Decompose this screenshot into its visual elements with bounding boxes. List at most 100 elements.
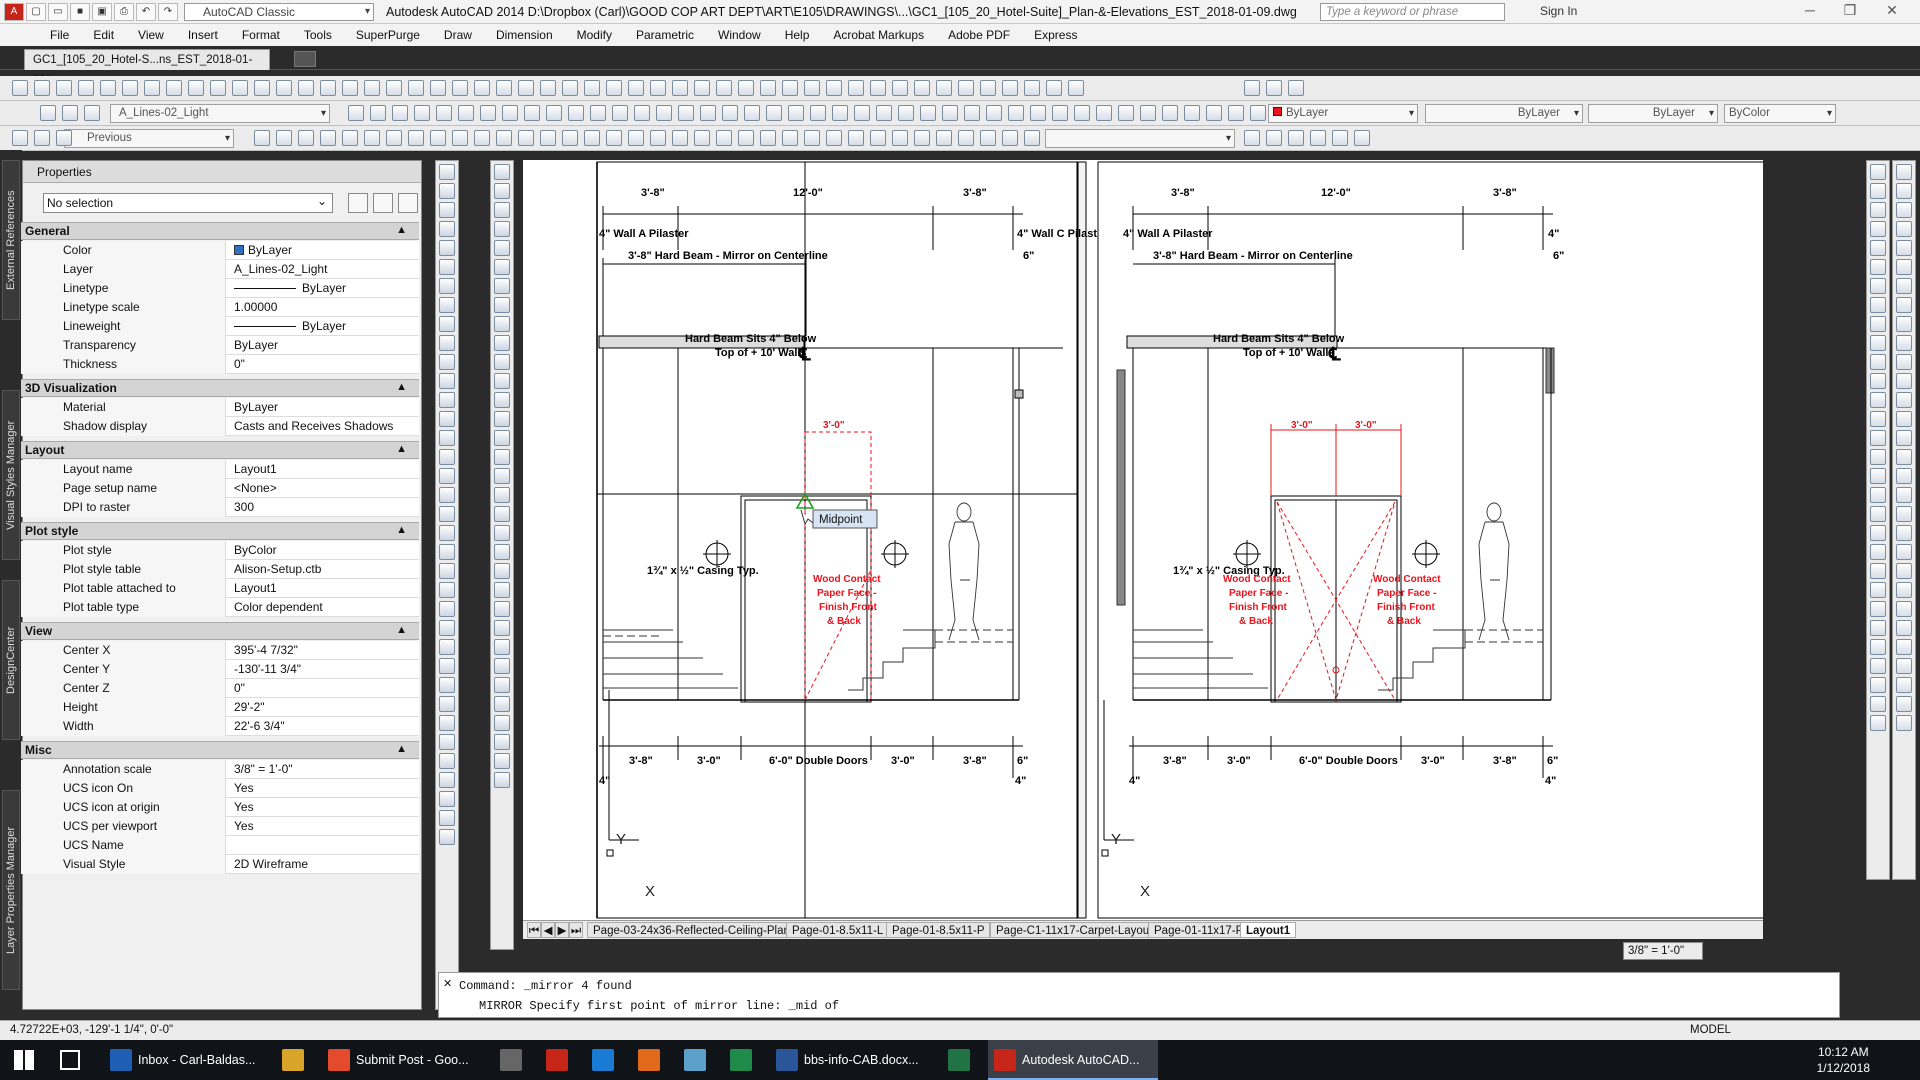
toolbar-tool-icon[interactable] [439, 449, 455, 465]
toolbar-tool-icon[interactable] [1896, 582, 1912, 598]
toolbar-tool-icon[interactable] [804, 80, 820, 96]
property-value[interactable]: ByLayer [230, 279, 419, 297]
toolbar-tool-icon[interactable] [1002, 80, 1018, 96]
toolbar-tool-icon[interactable] [439, 639, 455, 655]
toolbar-tool-icon[interactable] [766, 105, 782, 121]
toolbar-tool-icon[interactable] [870, 130, 886, 146]
toolbar-tool-icon[interactable] [1266, 80, 1282, 96]
category-misc[interactable]: Misc ▲ [21, 741, 419, 759]
toolbar-tool-icon[interactable] [12, 130, 28, 146]
toolbar-tool-icon[interactable] [1896, 373, 1912, 389]
toolbar-tool-icon[interactable] [494, 278, 510, 294]
toolbar-tool-icon[interactable] [650, 130, 666, 146]
toolbar-tool-icon[interactable] [1870, 563, 1886, 579]
toolbar-tool-icon[interactable] [439, 221, 455, 237]
property-row[interactable]: Height 29'-2" [21, 698, 419, 717]
save-icon[interactable]: ■ [70, 2, 90, 21]
toolbar-tool-icon[interactable] [986, 105, 1002, 121]
menu-superpurge[interactable]: SuperPurge [356, 28, 420, 42]
toolbar-tool-icon[interactable] [502, 105, 518, 121]
toolbar-tool-icon[interactable] [540, 130, 556, 146]
toolbar-tool-icon[interactable] [494, 544, 510, 560]
tab-nav-next[interactable]: ▶ [555, 922, 569, 938]
toolbar-tool-icon[interactable] [854, 105, 870, 121]
toolbar-tool-icon[interactable] [439, 658, 455, 674]
property-row[interactable]: UCS per viewport Yes [21, 817, 419, 836]
toolbar-tool-icon[interactable] [782, 80, 798, 96]
toolbar-tool-icon[interactable] [760, 80, 776, 96]
property-row[interactable]: DPI to raster 300 [21, 498, 419, 517]
property-row[interactable]: Lineweight ByLayer [21, 317, 419, 336]
toolbar-tool-icon[interactable] [458, 105, 474, 121]
layout-tab-carpet[interactable]: Page-C1-11x17-Carpet-Layout [990, 922, 1159, 938]
toolbar-tool-icon[interactable] [494, 487, 510, 503]
toolbar-tool-icon[interactable] [1896, 696, 1912, 712]
app-menu-icon[interactable]: A [4, 2, 24, 21]
toolbar-tool-icon[interactable] [1118, 105, 1134, 121]
toolbar-tool-icon[interactable] [439, 278, 455, 294]
toolbar-tool-icon[interactable] [848, 80, 864, 96]
property-value[interactable]: <None> [230, 479, 419, 497]
toolbar-tool-icon[interactable] [494, 753, 510, 769]
toolbar-tool-icon[interactable] [439, 202, 455, 218]
category-general[interactable]: General ▲ [21, 222, 419, 240]
model-paper-toggle[interactable]: MODEL [1690, 1024, 1731, 1036]
toolbar-tool-icon[interactable] [914, 80, 930, 96]
document-tab[interactable]: GC1_[105_20_Hotel-S...ns_EST_2018-01-09* [24, 49, 270, 86]
property-value[interactable]: 2D Wireframe [230, 855, 419, 873]
toolbar-tool-icon[interactable] [1052, 105, 1068, 121]
toolbar-tool-icon[interactable] [628, 80, 644, 96]
toolbar-tool-icon[interactable] [1870, 335, 1886, 351]
property-row[interactable]: Material ByLayer [21, 398, 419, 417]
menu-dimension[interactable]: Dimension [496, 28, 553, 42]
property-value[interactable]: 29'-2" [230, 698, 419, 716]
menu-acrobat-markups[interactable]: Acrobat Markups [833, 28, 924, 42]
property-value[interactable]: Layout1 [230, 579, 419, 597]
property-value[interactable]: 300 [230, 498, 419, 516]
toolbar-tool-icon[interactable] [1870, 696, 1886, 712]
tab-nav-prev[interactable]: ◀ [541, 922, 555, 938]
toolbar-tool-icon[interactable] [439, 240, 455, 256]
toolbar-tool-icon[interactable] [122, 80, 138, 96]
toolbar-tool-icon[interactable] [494, 183, 510, 199]
taskbar-app[interactable] [632, 1040, 676, 1080]
toolbar-tool-icon[interactable] [439, 582, 455, 598]
toolbar-tool-icon[interactable] [656, 105, 672, 121]
toolbar-tool-icon[interactable] [1008, 105, 1024, 121]
toolbar-tool-icon[interactable] [1002, 130, 1018, 146]
toolbar-tool-icon[interactable] [1870, 582, 1886, 598]
toolbar-tool-icon[interactable] [936, 80, 952, 96]
toolbar-tool-icon[interactable] [1288, 130, 1304, 146]
open-icon[interactable]: ▭ [48, 2, 68, 21]
toolbar-tool-icon[interactable] [1896, 620, 1912, 636]
toolbar-tool-icon[interactable] [1046, 80, 1062, 96]
toolbar-tool-icon[interactable] [439, 715, 455, 731]
toolbar-tool-icon[interactable] [496, 80, 512, 96]
toolbar-tool-icon[interactable] [439, 183, 455, 199]
toolbar-tool-icon[interactable] [744, 105, 760, 121]
toolbar-tool-icon[interactable] [1870, 392, 1886, 408]
close-window-button[interactable]: ✕ [1872, 2, 1912, 22]
toolbar-tool-icon[interactable] [430, 130, 446, 146]
property-row[interactable]: Plot table type Color dependent [21, 598, 419, 617]
layout-tab-8x11-p[interactable]: Page-01-8.5x11-P [886, 922, 991, 938]
taskbar-app[interactable] [494, 1040, 538, 1080]
toolbar-tool-icon[interactable] [1024, 80, 1040, 96]
toolbar-tool-icon[interactable] [826, 80, 842, 96]
property-row[interactable]: UCS Name [21, 836, 419, 855]
toolbar-tool-icon[interactable] [914, 130, 930, 146]
property-value[interactable]: ByLayer [230, 336, 419, 354]
property-value[interactable]: Layout1 [230, 460, 419, 478]
toolbar-tool-icon[interactable] [439, 468, 455, 484]
property-value[interactable]: 395'-4 7/32" [230, 641, 419, 659]
toolbar-tool-icon[interactable] [1096, 105, 1112, 121]
menu-edit[interactable]: Edit [93, 28, 114, 42]
toolbar-tool-icon[interactable] [494, 734, 510, 750]
property-row[interactable]: UCS icon On Yes [21, 779, 419, 798]
toolbar-tool-icon[interactable] [452, 130, 468, 146]
toolbar-tool-icon[interactable] [439, 164, 455, 180]
property-value[interactable]: 3/8" = 1'-0" [230, 760, 419, 778]
toolbar-tool-icon[interactable] [1870, 639, 1886, 655]
toolbar-tool-icon[interactable] [524, 105, 540, 121]
toolbar-tool-icon[interactable] [1140, 105, 1156, 121]
